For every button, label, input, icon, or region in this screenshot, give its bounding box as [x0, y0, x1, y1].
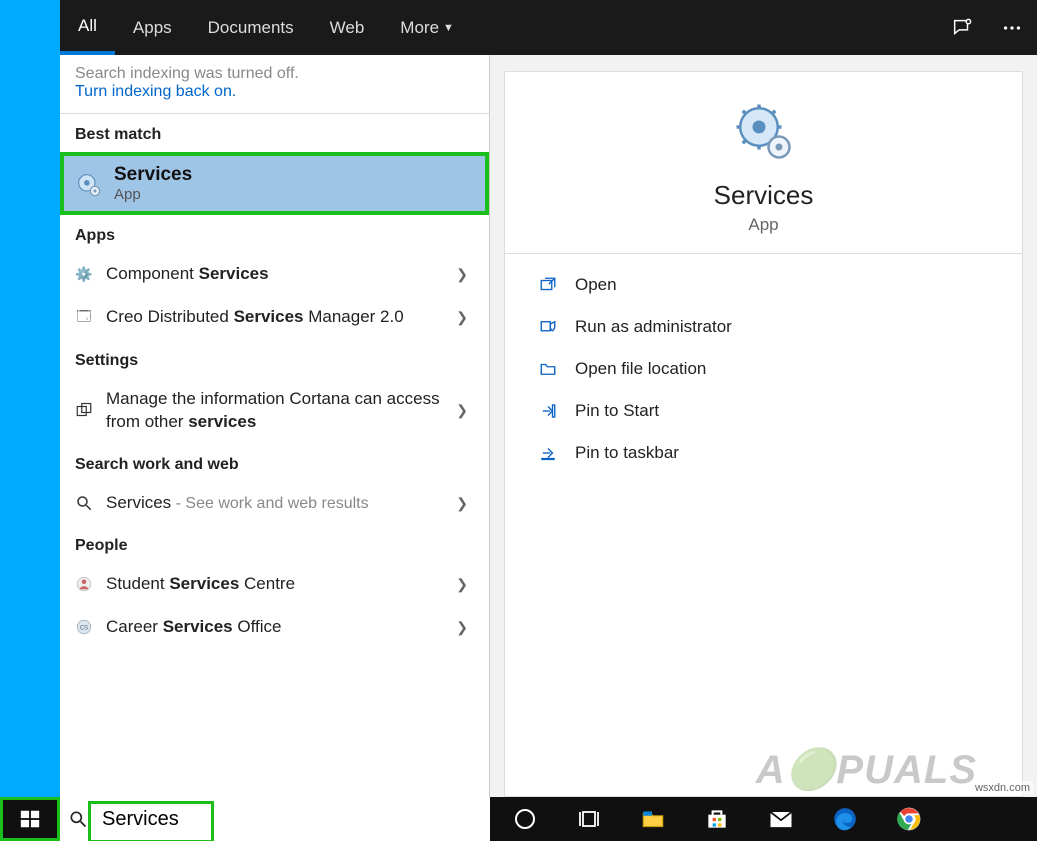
tab-more[interactable]: More ▼ — [382, 0, 472, 55]
gear-icon — [72, 168, 104, 200]
results-left-column: Search indexing was turned off. Turn ind… — [60, 55, 490, 797]
search-icon — [68, 809, 88, 829]
store-icon[interactable] — [700, 802, 734, 836]
search-input[interactable] — [96, 801, 482, 837]
person-cs-icon: CS — [72, 618, 96, 636]
result-career-services[interactable]: CS Career Services Office ❯ — [60, 606, 489, 649]
task-view-icon[interactable] — [572, 802, 606, 836]
section-people: People — [60, 525, 489, 563]
divider — [505, 253, 1022, 254]
action-open[interactable]: Open — [505, 264, 1022, 306]
best-match-item[interactable]: Services App — [60, 152, 489, 215]
action-pin-start-label: Pin to Start — [575, 401, 659, 421]
file-explorer-icon[interactable] — [636, 802, 670, 836]
chevron-right-icon[interactable]: ❯ — [450, 266, 474, 283]
section-apps: Apps — [60, 215, 489, 253]
indexing-link[interactable]: Turn indexing back on. — [75, 83, 474, 101]
cortana-setting-icon — [72, 402, 96, 420]
preview-subtitle: App — [505, 215, 1022, 235]
preview-title: Services — [505, 180, 1022, 211]
indexing-message: Search indexing was turned off. — [75, 65, 474, 83]
mail-icon[interactable] — [764, 802, 798, 836]
open-icon — [535, 276, 561, 294]
preview-pane: Services App Open Run as administrator — [504, 71, 1023, 797]
shield-icon — [535, 318, 561, 336]
tab-web[interactable]: Web — [312, 0, 383, 55]
chevron-right-icon[interactable]: ❯ — [450, 576, 474, 593]
chrome-icon[interactable] — [892, 802, 926, 836]
folder-icon — [535, 360, 561, 378]
taskbar-tray — [490, 797, 1037, 841]
person-icon — [72, 575, 96, 593]
result-cortana-setting[interactable]: Manage the information Cortana can acces… — [60, 378, 489, 444]
chevron-right-icon[interactable]: ❯ — [450, 402, 474, 419]
cortana-icon[interactable] — [508, 802, 542, 836]
chevron-down-icon: ▼ — [443, 22, 454, 34]
action-run-admin[interactable]: Run as administrator — [505, 306, 1022, 348]
chevron-right-icon[interactable]: ❯ — [450, 309, 474, 326]
tab-more-label: More — [400, 18, 439, 38]
component-services-icon: ⚙️ — [72, 266, 96, 283]
start-button[interactable] — [0, 797, 60, 841]
result-component-services[interactable]: ⚙️ Component Services ❯ — [60, 253, 489, 296]
action-pin-start[interactable]: Pin to Start — [505, 390, 1022, 432]
result-work-web[interactable]: Services - See work and web results ❯ — [60, 482, 489, 525]
search-tabs: All Apps Documents Web More ▼ — [60, 0, 1037, 55]
section-settings: Settings — [60, 340, 489, 378]
action-run-admin-label: Run as administrator — [575, 317, 732, 337]
services-hero-icon — [734, 102, 794, 162]
watermark-text: wsxdn.com — [972, 781, 1033, 795]
tab-apps[interactable]: Apps — [115, 0, 190, 55]
action-pin-taskbar-label: Pin to taskbar — [575, 443, 679, 463]
feedback-icon[interactable] — [937, 0, 987, 55]
action-open-location[interactable]: Open file location — [505, 348, 1022, 390]
result-student-services[interactable]: Student Services Centre ❯ — [60, 563, 489, 606]
taskbar-search[interactable] — [60, 797, 490, 841]
edge-icon[interactable] — [828, 802, 862, 836]
action-open-location-label: Open file location — [575, 359, 706, 379]
ellipsis-icon[interactable] — [987, 0, 1037, 55]
best-match-subtitle: App — [114, 186, 192, 203]
svg-text:CS: CS — [80, 625, 88, 631]
tab-all[interactable]: All — [60, 0, 115, 55]
tab-documents[interactable]: Documents — [190, 0, 312, 55]
section-work-web: Search work and web — [60, 444, 489, 482]
result-creo-services[interactable]: 🗔 Creo Distributed Services Manager 2.0 … — [60, 296, 489, 340]
action-open-label: Open — [575, 275, 617, 295]
pin-start-icon — [535, 402, 561, 420]
chevron-right-icon[interactable]: ❯ — [450, 495, 474, 512]
taskbar — [0, 797, 1037, 841]
section-best-match: Best match — [60, 114, 489, 152]
search-icon — [72, 494, 96, 512]
best-match-title: Services — [114, 164, 192, 186]
chevron-right-icon[interactable]: ❯ — [450, 619, 474, 636]
creo-icon: 🗔 — [72, 306, 96, 330]
action-pin-taskbar[interactable]: Pin to taskbar — [505, 432, 1022, 474]
indexing-notice: Search indexing was turned off. Turn ind… — [60, 55, 489, 114]
pin-taskbar-icon — [535, 444, 561, 462]
